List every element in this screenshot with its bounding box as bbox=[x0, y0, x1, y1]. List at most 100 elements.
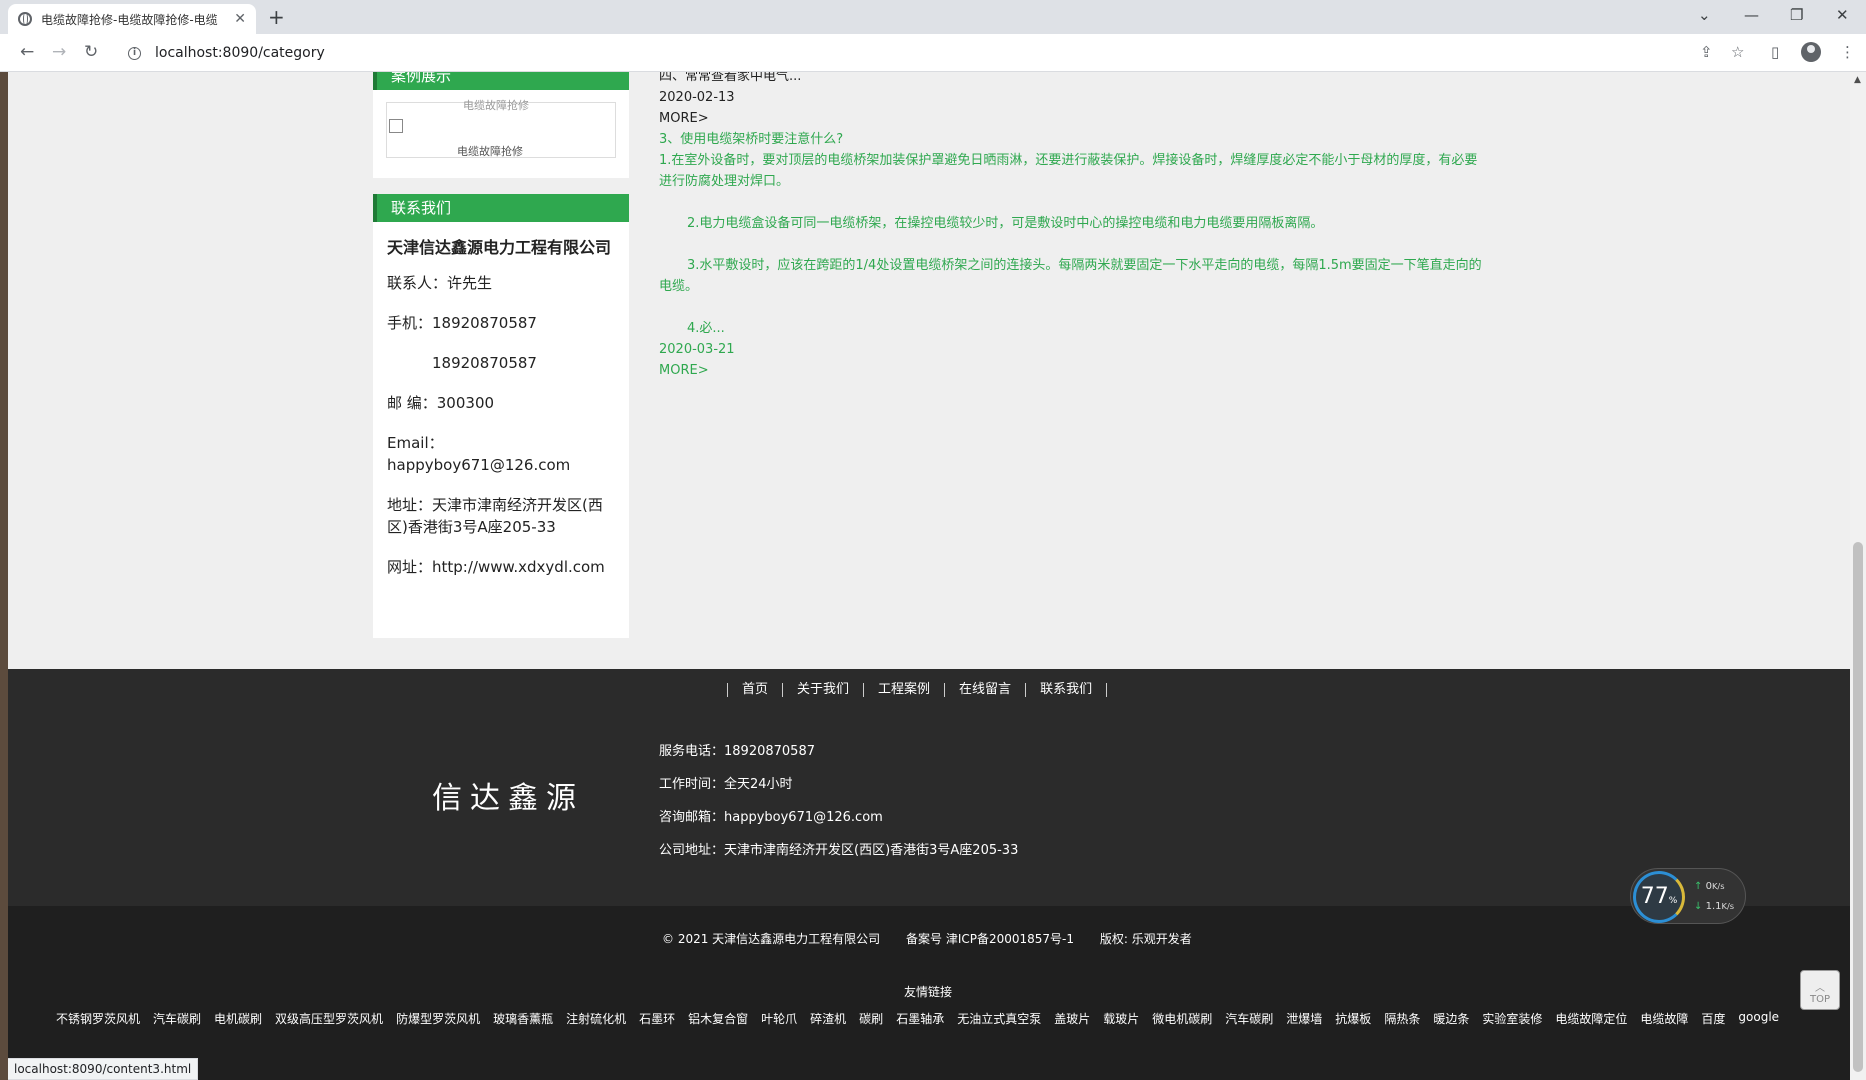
friend-link[interactable]: 石墨轴承 bbox=[896, 1010, 944, 1027]
icp-number[interactable]: 备案号 津ICP备20001857号-1 bbox=[906, 932, 1074, 946]
case-caption[interactable]: 电缆故障抢修 bbox=[457, 143, 523, 159]
footer-nav-home[interactable]: 首页 bbox=[727, 683, 782, 697]
network-speed-widget[interactable]: 77% ↑ 0K/s ↓ 1.1K/s bbox=[1630, 868, 1746, 924]
contact-header: 联系我们 bbox=[373, 194, 629, 222]
restore-icon[interactable]: ❐ bbox=[1790, 6, 1803, 24]
friend-links: 不锈钢罗茨风机 汽车碳刷 电机碳刷 双级高压型罗茨风机 防爆型罗茨风机 玻璃香薰… bbox=[56, 1010, 1792, 1027]
case-showcase-panel: 案例展示 电缆故障抢修 电缆故障抢修 bbox=[373, 72, 629, 178]
cpu-percent-gauge: 77% bbox=[1633, 871, 1685, 923]
friend-link[interactable]: 泄爆墙 bbox=[1286, 1010, 1322, 1027]
chevron-down-icon[interactable]: ⌄ bbox=[1698, 6, 1711, 24]
article-title-link[interactable]: 3、使用电缆架桥时要注意什么? bbox=[659, 129, 1489, 150]
friend-link[interactable]: 石墨环 bbox=[639, 1010, 675, 1027]
more-link[interactable]: MORE> bbox=[659, 360, 1489, 381]
profile-avatar[interactable] bbox=[1801, 42, 1821, 62]
address-bar[interactable]: i localhost:8090/category bbox=[118, 39, 1718, 67]
star-icon[interactable]: ☆ bbox=[1731, 43, 1744, 61]
friend-link[interactable]: 碎渣机 bbox=[810, 1010, 846, 1027]
friend-link[interactable]: google bbox=[1738, 1010, 1779, 1027]
arrow-up-icon: ↑ bbox=[1694, 881, 1703, 892]
case-showcase-header: 案例展示 bbox=[373, 72, 629, 90]
chevron-up-icon: ︿ bbox=[1815, 983, 1825, 994]
page-scrollbar[interactable]: ▲ bbox=[1850, 72, 1866, 1080]
copyright-line: © 2021 天津信达鑫源电力工程有限公司 备案号 津ICP备20001857号… bbox=[662, 930, 1214, 947]
friend-link[interactable]: 不锈钢罗茨风机 bbox=[56, 1010, 140, 1027]
article-paragraph[interactable]: 2.电力电缆盒设备可同一电缆桥架，在操控电缆较少时，可是敷设时中心的操控电缆和电… bbox=[659, 213, 1489, 234]
top-label: TOP bbox=[1809, 994, 1830, 1005]
browser-tab[interactable]: 电缆故障抢修-电缆故障抢修-电缆 ✕ bbox=[8, 4, 256, 34]
contact-person: 联系人：许先生 bbox=[387, 274, 493, 292]
contact-phone-2: 18920870587 bbox=[432, 354, 537, 372]
back-arrow-icon[interactable]: ← bbox=[20, 42, 34, 62]
footer-nav-about[interactable]: 关于我们 bbox=[782, 683, 863, 697]
article-date: 2020-02-13 bbox=[659, 90, 735, 105]
friend-link[interactable]: 汽车碳刷 bbox=[1225, 1010, 1273, 1027]
friend-link[interactable]: 铝木复合窗 bbox=[688, 1010, 748, 1027]
new-tab-button[interactable]: + bbox=[268, 5, 285, 29]
footer-nav-message[interactable]: 在线留言 bbox=[944, 683, 1025, 697]
footer-contact-info: 服务电话：18920870587 工作时间：全天24小时 咨询邮箱：happyb… bbox=[659, 735, 1018, 867]
friend-links-title: 友情链接 bbox=[904, 985, 953, 999]
footer-info: 首页 关于我们 工程案例 在线留言 联系我们 信达鑫源 服务电话：1892087… bbox=[8, 669, 1850, 906]
scroll-up-arrow-icon[interactable]: ▲ bbox=[1854, 75, 1861, 85]
copyright-text: © 2021 天津信达鑫源电力工程有限公司 bbox=[662, 932, 881, 946]
friend-link[interactable]: 百度 bbox=[1701, 1010, 1725, 1027]
contact-email: Email：happyboy671@126.com bbox=[387, 434, 571, 474]
menu-dots-icon[interactable]: ⋮ bbox=[1840, 43, 1855, 61]
back-to-top-button[interactable]: ︿ TOP bbox=[1800, 970, 1840, 1010]
desktop-edge bbox=[0, 72, 8, 1080]
footer-nav-contact[interactable]: 联系我们 bbox=[1025, 683, 1108, 697]
friend-link[interactable]: 玻璃香薰瓶 bbox=[493, 1010, 553, 1027]
forward-arrow-icon[interactable]: → bbox=[52, 42, 66, 62]
arrow-down-icon: ↓ bbox=[1694, 901, 1703, 912]
friend-link[interactable]: 电机碳刷 bbox=[214, 1010, 262, 1027]
friend-link[interactable]: 无油立式真空泵 bbox=[957, 1010, 1041, 1027]
friend-link[interactable]: 叶轮爪 bbox=[761, 1010, 797, 1027]
rights-text: 版权: 乐观开发者 bbox=[1099, 932, 1192, 946]
contact-panel: 联系我们 天津信达鑫源电力工程有限公司 联系人：许先生 手机：189208705… bbox=[373, 194, 629, 638]
browser-tabstrip: 电缆故障抢修-电缆故障抢修-电缆 ✕ + ⌄ — ❐ ✕ bbox=[0, 0, 1866, 34]
footer-address: 公司地址：天津市津南经济开发区(西区)香港街3号A座205-33 bbox=[659, 843, 1019, 858]
friend-link[interactable]: 隔热条 bbox=[1384, 1010, 1420, 1027]
upload-speed: ↑ 0K/s bbox=[1694, 881, 1725, 892]
article-date: 2020-03-21 bbox=[659, 342, 735, 357]
share-icon[interactable]: ⇪ bbox=[1700, 43, 1713, 61]
footer-work-time: 工作时间：全天24小时 bbox=[659, 777, 793, 792]
footer-bottom: © 2021 天津信达鑫源电力工程有限公司 备案号 津ICP备20001857号… bbox=[8, 906, 1850, 1080]
reload-icon[interactable]: ↻ bbox=[84, 42, 98, 62]
friend-link[interactable]: 碳刷 bbox=[859, 1010, 883, 1027]
friend-link[interactable]: 盖玻片 bbox=[1054, 1010, 1090, 1027]
company-name: 天津信达鑫源电力工程有限公司 bbox=[387, 238, 612, 257]
friend-link[interactable]: 抗爆板 bbox=[1335, 1010, 1371, 1027]
more-link[interactable]: MORE> bbox=[659, 108, 1489, 129]
globe-icon bbox=[18, 12, 32, 26]
friend-link[interactable]: 汽车碳刷 bbox=[153, 1010, 201, 1027]
case-thumbnail[interactable]: 电缆故障抢修 电缆故障抢修 bbox=[386, 99, 616, 159]
contact-address: 地址：天津市津南经济开发区(西区)香港街3号A座205-33 bbox=[387, 496, 603, 536]
friend-link[interactable]: 暖边条 bbox=[1433, 1010, 1469, 1027]
scrollbar-thumb[interactable] bbox=[1853, 542, 1863, 1072]
article-list: 四、常常查看家中电气... 2020-02-13 MORE> 3、使用电缆架桥时… bbox=[659, 72, 1489, 381]
cpu-percent: 77 bbox=[1640, 884, 1669, 909]
friend-link[interactable]: 注射硫化机 bbox=[566, 1010, 626, 1027]
friend-link[interactable]: 载玻片 bbox=[1103, 1010, 1139, 1027]
friend-link[interactable]: 电缆故障定位 bbox=[1555, 1010, 1627, 1027]
close-icon[interactable]: ✕ bbox=[234, 11, 246, 27]
minimize-icon[interactable]: — bbox=[1744, 6, 1759, 24]
address-url[interactable]: localhost:8090/category bbox=[155, 45, 325, 61]
footer-nav-cases[interactable]: 工程案例 bbox=[863, 683, 944, 697]
friend-link[interactable]: 微电机碳刷 bbox=[1152, 1010, 1212, 1027]
info-icon[interactable]: i bbox=[128, 46, 141, 60]
friend-link[interactable]: 防爆型罗茨风机 bbox=[396, 1010, 480, 1027]
window-close-icon[interactable]: ✕ bbox=[1836, 6, 1849, 24]
contact-phone: 手机：18920870587 bbox=[387, 314, 537, 332]
friend-link[interactable]: 电缆故障 bbox=[1640, 1010, 1688, 1027]
link-status-bar: localhost:8090/content3.html bbox=[8, 1058, 199, 1080]
footer-brand-logo: 信达鑫源 bbox=[432, 781, 584, 816]
friend-link[interactable]: 实验室装修 bbox=[1482, 1010, 1542, 1027]
article-paragraph[interactable]: 3.水平敷设时，应该在跨距的1/4处设置电缆桥架之间的连接头。每隔两米就要固定一… bbox=[659, 255, 1489, 297]
side-panel-icon[interactable]: ▯ bbox=[1771, 43, 1779, 61]
article-paragraph[interactable]: 4.必... bbox=[659, 318, 1489, 339]
article-paragraph[interactable]: 1.在室外设备时，要对顶层的电缆桥架加装保护罩避免日晒雨淋，还要进行蔽装保护。焊… bbox=[659, 150, 1489, 192]
friend-link[interactable]: 双级高压型罗茨风机 bbox=[275, 1010, 383, 1027]
